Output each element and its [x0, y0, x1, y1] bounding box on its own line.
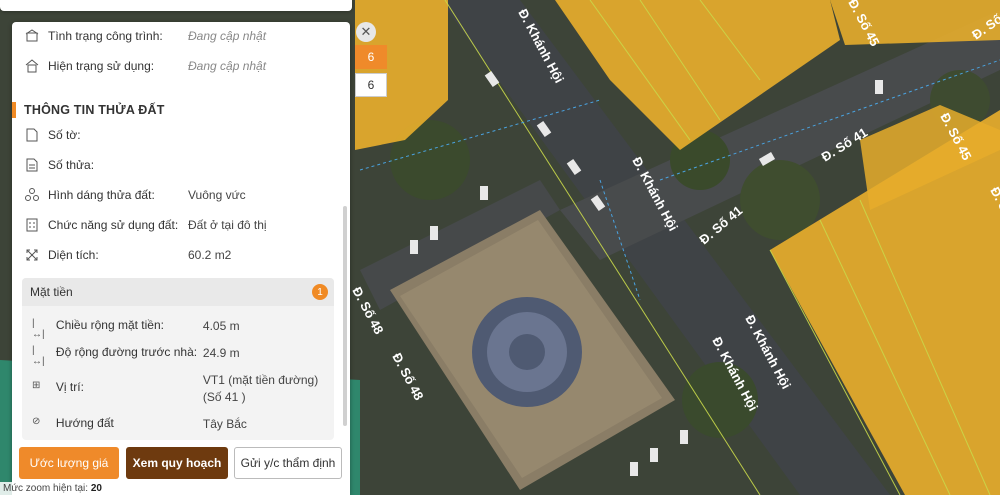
info-label: Hiện trạng sử dụng:	[48, 59, 155, 73]
info-label: Tình trạng công trình:	[48, 29, 163, 43]
road-width-icon: |↔|	[32, 345, 45, 367]
compass-icon: ⊘	[32, 416, 41, 427]
grid-icon: ⊞	[32, 380, 41, 391]
shape-icon	[24, 187, 40, 203]
construction-icon	[24, 28, 40, 44]
frontage-box: Mặt tiền 1 |↔| Chiều rộng mặt tiền: 4.05…	[22, 278, 334, 440]
estimate-price-button[interactable]: Ước lượng giá	[19, 447, 119, 479]
house-use-icon	[24, 58, 40, 74]
parcel-row-sheet: Số tờ:	[12, 123, 332, 147]
frontage-row-road-width: |↔| Độ rộng đường trước nhà: 24.9 m	[22, 345, 334, 367]
frontage-row-position: ⊞ Vị trí: VT1 (mặt tiền đường)(Số 41 )	[22, 372, 334, 406]
width-arrows-icon: |↔|	[32, 318, 45, 340]
frontage-label: Độ rộng đường trước nhà:	[55, 345, 198, 359]
parcel-label: Số tờ:	[48, 128, 81, 142]
frontage-value: 24.9 m	[202, 346, 240, 360]
frontage-value: VT1 (mặt tiền đường)(Số 41 )	[202, 373, 319, 404]
parcel-row-number: Số thửa:	[12, 153, 332, 177]
parcel-label: Diện tích:	[48, 248, 99, 262]
info-value: Đang cập nhật	[188, 59, 267, 73]
building-icon	[24, 217, 40, 233]
section-title-text: THÔNG TIN THỬA ĐẤT	[24, 103, 165, 117]
zoom-value: 20	[90, 483, 102, 494]
frontage-label: Vị trí:	[55, 380, 84, 394]
parcel-value: Vuông vức	[188, 188, 246, 202]
info-value: Đang cập nhật	[188, 29, 267, 43]
zoom-label: Mức zoom hiện tại:	[3, 483, 89, 494]
page-button-active[interactable]: 6	[355, 45, 387, 69]
send-appraisal-button[interactable]: Gửi y/c thẩm định	[234, 447, 342, 479]
parcel-value: 60.2 m2	[188, 248, 232, 262]
document-icon	[24, 127, 40, 143]
page-button[interactable]: 6	[355, 73, 387, 97]
info-row-construction-status: Tình trạng công trình: Đang cập nhật	[12, 24, 332, 48]
frontage-header[interactable]: Mặt tiền 1	[22, 278, 334, 306]
parcel-row-area: Diện tích: 60.2 m2	[12, 243, 332, 267]
frontage-value: 4.05 m	[202, 319, 240, 333]
frontage-row-direction: ⊘ Hướng đất Tây Bắc	[22, 416, 334, 433]
search-bar-edge[interactable]	[0, 0, 352, 11]
parcel-label: Số thửa:	[48, 158, 95, 172]
parcel-value: Đất ở tại đô thị	[188, 218, 267, 232]
area-expand-icon	[24, 247, 40, 263]
frontage-row-width: |↔| Chiều rộng mặt tiền: 4.05 m	[22, 318, 334, 340]
document-lines-icon	[24, 157, 40, 173]
close-icon[interactable]: ✕	[356, 22, 376, 42]
view-planning-button[interactable]: Xem quy hoạch	[126, 447, 228, 479]
frontage-value: Tây Bắc	[202, 417, 247, 431]
parcel-row-shape: Hình dáng thửa đất: Vuông vức	[12, 183, 332, 207]
info-row-current-use: Hiện trạng sử dụng: Đang cập nhật	[12, 54, 332, 78]
parcel-row-function: Chức năng sử dụng đất: Đất ở tại đô thị	[12, 213, 332, 237]
zoom-indicator: Mức zoom hiện tại: 20	[0, 482, 106, 495]
parcel-label: Chức năng sử dụng đất:	[48, 218, 179, 232]
parcel-label: Hình dáng thửa đất:	[48, 188, 155, 202]
frontage-count-badge: 1	[312, 284, 328, 300]
frontage-label: Chiều rộng mặt tiền:	[55, 318, 164, 332]
parcel-section-title: THÔNG TIN THỬA ĐẤT	[12, 101, 165, 119]
panel-scrollbar[interactable]	[343, 206, 347, 426]
frontage-title: Mặt tiền	[30, 285, 73, 299]
parcel-info-panel: Tình trạng công trình: Đang cập nhật Hiệ…	[12, 22, 350, 495]
frontage-label: Hướng đất	[55, 416, 114, 430]
section-accent-bar	[12, 102, 16, 118]
